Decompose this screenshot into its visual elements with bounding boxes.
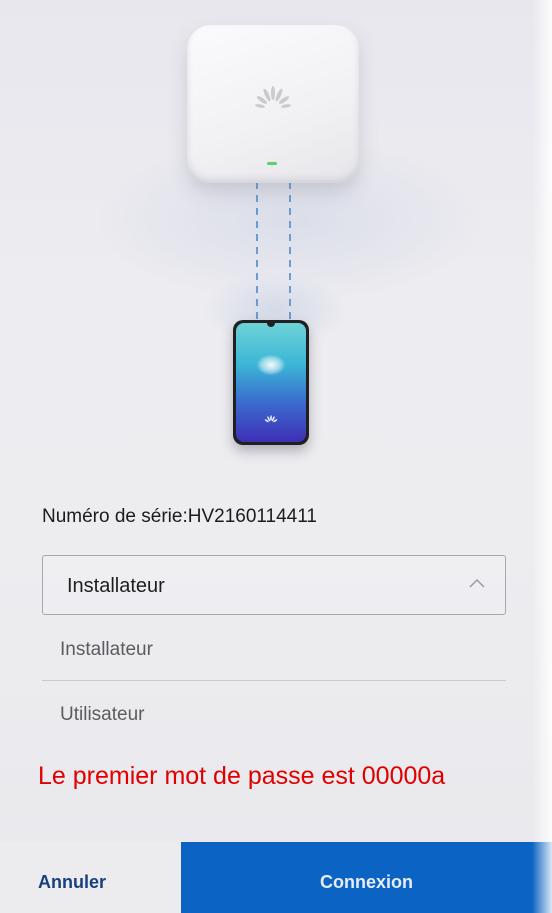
huawei-logo-icon <box>255 86 291 108</box>
login-screen: Numéro de série:HV2160114411 Installateu… <box>0 0 552 913</box>
connect-button-label: Connexion <box>320 872 413 892</box>
default-password-note: Le premier mot de passe est 00000a <box>38 762 446 790</box>
dropdown-option-utilisateur[interactable]: Utilisateur <box>42 684 506 746</box>
connect-button[interactable]: Connexion <box>181 842 552 913</box>
phone-screen <box>236 323 306 442</box>
smartphone-image <box>233 320 309 445</box>
huawei-logo-icon <box>264 415 278 423</box>
cancel-button[interactable]: Annuler <box>0 842 181 913</box>
status-led-icon <box>267 162 277 165</box>
edge-glare <box>532 0 552 913</box>
dropdown-option-installateur[interactable]: Installateur <box>42 619 506 681</box>
phone-notch <box>267 323 275 327</box>
serial-number-label: Numéro de série:HV2160114411 <box>42 506 317 527</box>
action-bar: Annuler Connexion <box>0 842 552 913</box>
dropdown-selected-value: Installateur <box>67 575 165 597</box>
access-point-device <box>187 25 359 183</box>
cancel-button-label: Annuler <box>38 872 107 892</box>
option-label: Utilisateur <box>60 704 145 725</box>
chevron-up-icon <box>469 578 485 588</box>
option-label: Installateur <box>60 639 153 660</box>
connection-illustration <box>0 0 552 470</box>
phone-signal-icon <box>257 355 285 375</box>
user-type-dropdown[interactable]: Installateur <box>42 555 506 615</box>
